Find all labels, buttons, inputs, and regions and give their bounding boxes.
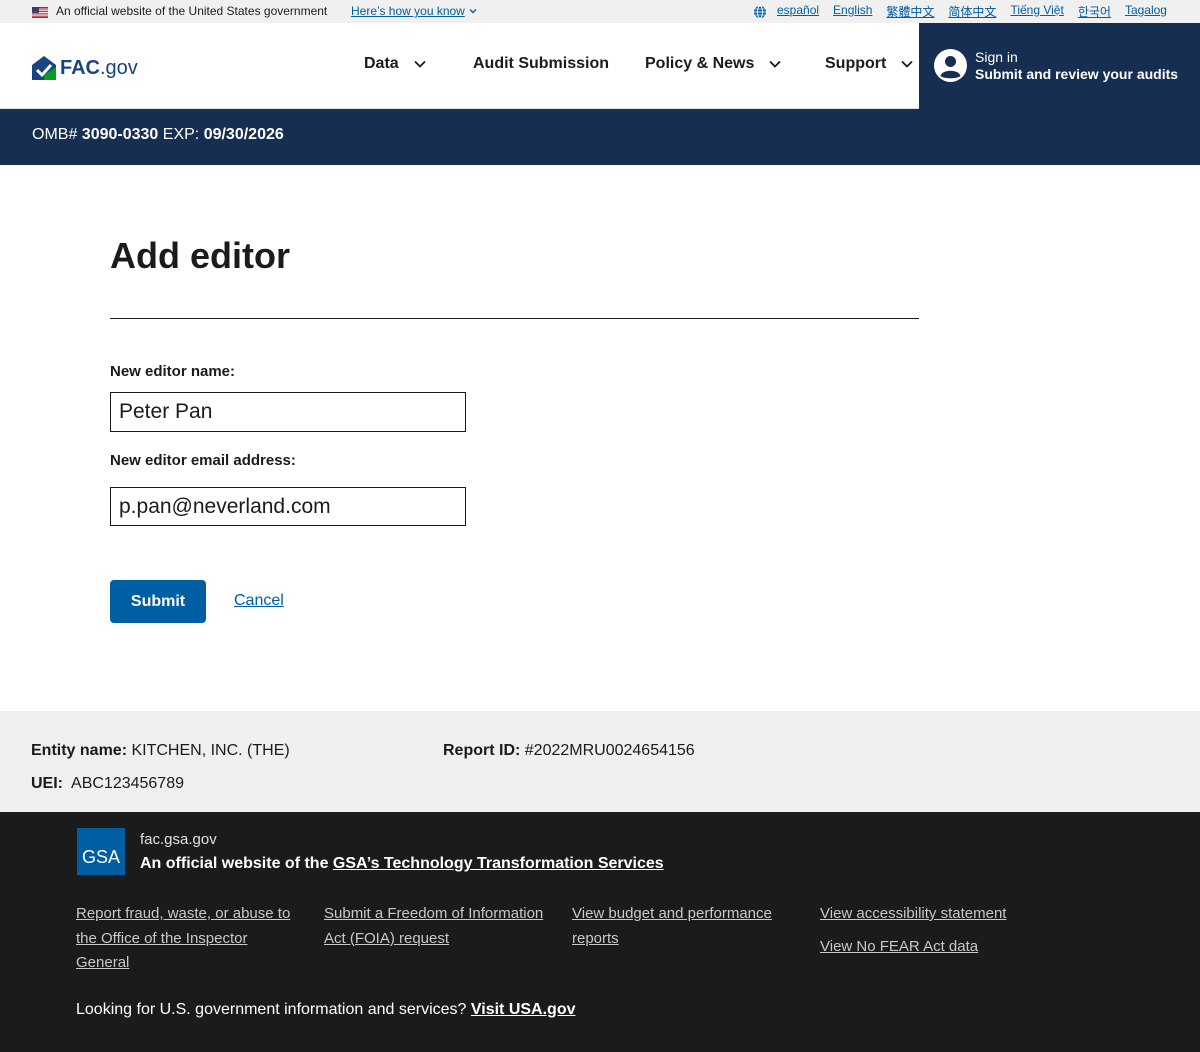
nav-data[interactable]: Data [364, 55, 427, 73]
editor-email-input[interactable] [110, 487, 466, 526]
chevron-down-icon [901, 60, 913, 68]
exp-label: EXP: [162, 126, 200, 143]
editor-name-label: New editor name: [110, 363, 236, 380]
lang-link-simplified-chinese[interactable]: 简体中文 [948, 3, 996, 20]
fac-logo-icon [32, 56, 56, 80]
official-site-text: An official website of the United States… [56, 4, 328, 18]
lang-link-english[interactable]: English [833, 3, 872, 20]
nav-support-label: Support [825, 55, 887, 72]
language-list: español English 繁體中文 简体中文 Tiếng Việt 한국어… [777, 3, 1167, 20]
entity-name-label: Entity name: [31, 742, 128, 759]
editor-email-label: New editor email address: [110, 452, 296, 469]
nav-data-label: Data [364, 55, 399, 72]
chevron-down-icon [414, 60, 426, 68]
lang-link-vietnamese[interactable]: Tiếng Việt [1010, 3, 1063, 20]
page-title: Add editor [110, 235, 290, 276]
gsa-logo: GSA [77, 828, 125, 875]
footer-link-nofear[interactable]: View No FEAR Act data [820, 935, 978, 960]
report-id-label: Report ID: [443, 742, 521, 759]
footer-link-budget[interactable]: View budget and performance reports [572, 902, 787, 951]
globe-icon [754, 5, 766, 19]
lang-link-traditional-chinese[interactable]: 繁體中文 [886, 3, 934, 20]
fac-logo-link[interactable]: FAC.gov [32, 56, 138, 80]
report-id-row: Report ID: #2022MRU0024654156 [443, 742, 695, 760]
footer-usa-gov: Looking for U.S. government information … [76, 1001, 576, 1018]
title-divider [110, 318, 919, 319]
omb-prefix: OMB# [32, 126, 78, 143]
sign-in-label: Sign in [975, 49, 1018, 65]
footer-domain: fac.gsa.gov [140, 831, 217, 848]
user-avatar-icon [934, 49, 967, 82]
usa-gov-link[interactable]: Visit USA.gov [471, 1001, 576, 1018]
editor-name-input[interactable] [110, 392, 466, 432]
gsa-logo-text: GSA [82, 847, 120, 867]
nav-policy-news[interactable]: Policy & News [645, 55, 782, 73]
report-id-value: #2022MRU0024654156 [524, 742, 695, 759]
footer-link-foia[interactable]: Submit a Freedom of Information Act (FOI… [324, 902, 544, 951]
footer-official-text: An official website of the GSA’s Technol… [140, 855, 664, 872]
omb-number: 3090-0330 [81, 126, 159, 143]
entity-name-value: KITCHEN, INC. (THE) [131, 742, 290, 759]
site-header: FAC.gov Data Audit Submission Policy & N… [0, 23, 1200, 109]
uei-value: ABC123456789 [71, 775, 184, 792]
omb-bar: OMB# 3090-0330 EXP: 09/30/2026 [0, 109, 1200, 165]
nav-policy-news-label: Policy & News [645, 55, 755, 72]
nav-support[interactable]: Support [825, 55, 914, 73]
omb-info: OMB# 3090-0330 EXP: 09/30/2026 [32, 126, 284, 144]
chevron-down-icon [769, 60, 782, 68]
submit-button[interactable]: Submit [110, 580, 206, 623]
uei-label: UEI: [31, 775, 63, 792]
uei-row: UEI: ABC123456789 [31, 775, 184, 793]
entity-info: Entity name: KITCHEN, INC. (THE) Report … [0, 711, 1200, 812]
tts-link[interactable]: GSA’s Technology Transformation Services [333, 855, 664, 872]
sign-in-button[interactable]: Sign in Submit and review your audits [919, 23, 1200, 109]
footer-link-accessibility[interactable]: View accessibility statement [820, 902, 1006, 927]
entity-name-row: Entity name: KITCHEN, INC. (THE) [31, 742, 290, 760]
nav-audit-submission[interactable]: Audit Submission [473, 55, 609, 73]
us-flag-icon [32, 7, 48, 18]
nav-audit-submission-label: Audit Submission [473, 55, 609, 72]
logo-text: FAC.gov [60, 56, 138, 79]
chevron-down-icon[interactable] [468, 6, 478, 16]
footer-link-fraud[interactable]: Report fraud, waste, or abuse to the Off… [76, 902, 291, 976]
sign-in-sublabel: Submit and review your audits [975, 66, 1179, 82]
lang-link-tagalog[interactable]: Tagalog [1125, 3, 1167, 20]
exp-date: 09/30/2026 [203, 126, 284, 143]
gov-banner: An official website of the United States… [0, 0, 1200, 23]
cancel-link[interactable]: Cancel [234, 592, 284, 610]
lang-link-espanol[interactable]: español [777, 3, 819, 20]
site-footer: GSA fac.gsa.gov An official website of t… [0, 812, 1200, 1052]
lang-link-korean[interactable]: 한국어 [1078, 3, 1111, 20]
heres-how-you-know-link[interactable]: Here’s how you know [351, 4, 465, 18]
